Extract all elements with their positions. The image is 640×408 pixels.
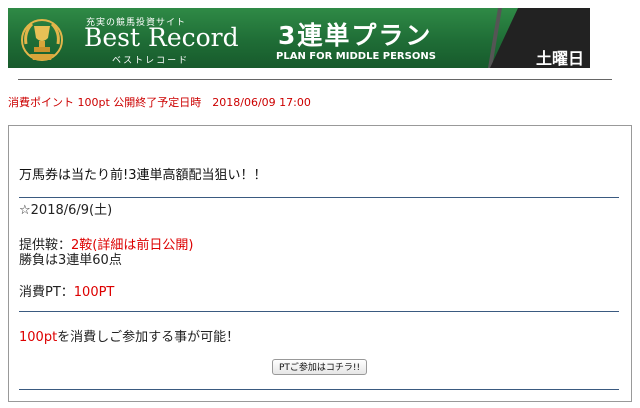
- cost-row: 消費PT：100PT: [19, 281, 114, 300]
- participation-notice: 100ptを消費しご参加する事が可能！: [19, 326, 239, 345]
- day-label: 土曜日: [535, 49, 584, 68]
- header-divider: [18, 79, 612, 80]
- publish-meta: 消費ポイント 100pt 公開終了予定日時 2018/06/09 17:00: [8, 96, 311, 109]
- divider-3: [19, 389, 619, 390]
- divider-1: [19, 197, 619, 198]
- plan-content-box: 万馬券は当たり前!3連単高額配当狙い！！ ☆2018/6/9(土) 提供鞍：2鞍…: [8, 125, 632, 402]
- bet-text: 勝負は3連単60点: [19, 253, 122, 268]
- logo-wordmark: Best Record: [84, 23, 239, 52]
- header-banner: 充実の競馬投資サイト Best Record ベストレコード 3連単プラン PL…: [8, 8, 590, 68]
- cost-value: 100PT: [73, 285, 115, 300]
- plan-subtitle: PLAN FOR MIDDLE PERSONS: [276, 51, 436, 62]
- join-button[interactable]: PTご参加はコチラ!!: [272, 359, 368, 375]
- plan-headline: 万馬券は当たり前!3連単高額配当狙い！！: [19, 168, 267, 183]
- cost-label: 消費PT：: [19, 285, 74, 300]
- plan-title: 3連単プラン: [278, 21, 433, 50]
- trophy-laurel-icon: [21, 19, 63, 61]
- notice-points: 100pt: [19, 330, 58, 345]
- divider-2: [19, 311, 619, 312]
- notice-text: を消費しご参加する事が可能！: [57, 330, 240, 345]
- logo-kana: ベストレコード: [112, 56, 190, 66]
- race-date: ☆2018/6/9(土): [19, 203, 113, 218]
